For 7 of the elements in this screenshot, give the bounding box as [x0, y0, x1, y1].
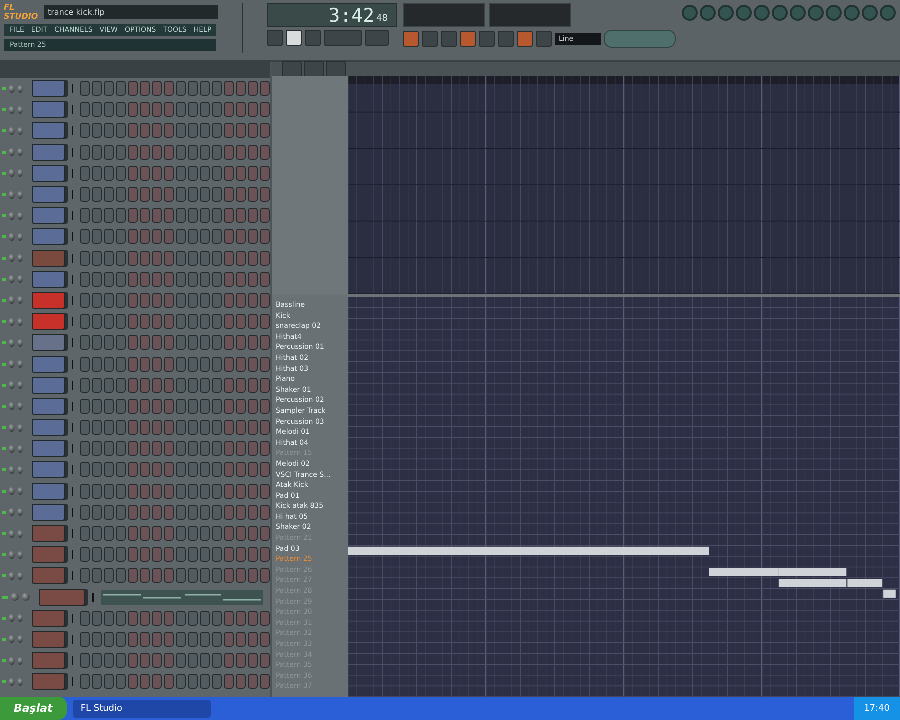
app-logo: FL STUDIO	[4, 3, 40, 21]
clock-ticks: 48	[376, 13, 388, 26]
project-title: trance kick.flp	[44, 5, 218, 19]
taskbar-button[interactable]: FL Studio	[72, 700, 211, 718]
start-button[interactable]: Başlat	[0, 697, 67, 720]
clock-time: 3:42	[328, 6, 375, 26]
tray-clock: 17:40	[854, 697, 900, 720]
